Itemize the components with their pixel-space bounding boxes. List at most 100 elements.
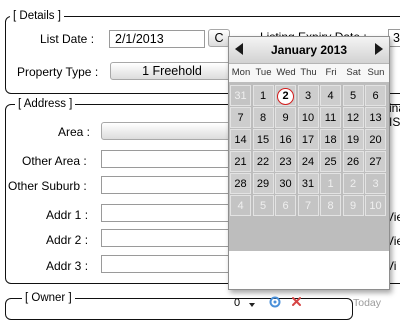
calendar-day-number: 17 [301, 134, 315, 146]
calendar-day-number: 1 [327, 178, 334, 190]
calendar-day-number: 1 [259, 90, 267, 102]
list-date-clear-button[interactable]: C [208, 29, 230, 47]
calendar-day-number: 4 [237, 200, 244, 212]
calendar-day[interactable]: 23 [275, 151, 296, 172]
calendar-day-number: 21 [234, 156, 247, 168]
weekday-sat: Sat [346, 67, 361, 78]
calendar-day[interactable]: 30 [275, 173, 296, 194]
dropdown-caret-icon[interactable] [249, 303, 255, 307]
calendar-day[interactable]: 24 [297, 151, 319, 172]
calendar-day[interactable]: 26 [342, 151, 364, 172]
calendar-day-number: 15 [256, 134, 270, 146]
calendar-day[interactable]: 21 [230, 151, 251, 172]
addr1-label: Addr 1 : [46, 208, 89, 222]
list-date-input[interactable]: 2/1/2013 [109, 30, 205, 48]
calendar-day[interactable]: 15 [252, 129, 274, 150]
calendar-day[interactable]: 13 [365, 107, 386, 128]
calendar-day-number: 4 [327, 90, 334, 102]
calendar-day[interactable]: 14 [230, 129, 251, 150]
calendar-day-number: 27 [369, 156, 382, 168]
calendar-day[interactable]: 20 [365, 129, 386, 150]
next-month-icon[interactable] [375, 43, 383, 55]
weekday-sun: Sun [367, 67, 385, 78]
calendar-day[interactable]: 29 [252, 173, 274, 194]
other-area-input[interactable] [101, 150, 231, 168]
calendar-day-number: 18 [324, 134, 337, 146]
calendar-day[interactable]: 17 [297, 129, 319, 150]
calendar-day[interactable]: 4 [320, 85, 341, 106]
calendar-day[interactable]: 12 [342, 107, 364, 128]
other-suburb-input[interactable] [101, 176, 231, 194]
details-legend: [ Details ] [10, 10, 64, 23]
time-value[interactable]: 0 [234, 297, 240, 309]
calendar-day-number: 19 [346, 134, 360, 146]
calendar-grid: 31 1 2 3 4 5 6 7 8 9 10 11 12 13 14 15 16 17 18 19 20 21 22 23 2… [229, 82, 389, 251]
property-type-select[interactable]: 1 Freehold [110, 62, 234, 80]
calendar-day-other-month[interactable]: 9 [342, 195, 364, 216]
calendar-day[interactable]: 11 [320, 107, 341, 128]
calendar-day-number: 6 [282, 200, 289, 212]
calendar-day-number: 3 [304, 90, 312, 102]
calendar-day-number: 2 [277, 88, 294, 105]
refresh-icon[interactable] [269, 296, 281, 308]
calendar-day-other-month[interactable]: 3 [365, 173, 386, 194]
calendar-header: January 2013 [229, 37, 389, 64]
date-picker-popup: January 2013 Mon Tue Wed Thu Fri Sat Sun 31 1 2 3… [228, 36, 390, 309]
calendar-day-number: 3 [372, 178, 379, 190]
calendar-day[interactable]: 6 [365, 85, 386, 106]
clear-icon[interactable] [291, 296, 302, 307]
calendar-day-number: 5 [259, 200, 267, 212]
addr3-label: Addr 3 : [46, 259, 89, 273]
calendar-day[interactable]: 7 [230, 107, 251, 128]
calendar-day[interactable]: 25 [320, 151, 341, 172]
calendar-day[interactable]: 1 [252, 85, 274, 106]
calendar-day-other-month[interactable]: 1 [320, 173, 341, 194]
calendar-day[interactable]: 3 [297, 85, 319, 106]
calendar-day[interactable]: 9 [275, 107, 296, 128]
calendar-day-other-month[interactable]: 7 [297, 195, 319, 216]
calendar-day-number: 10 [301, 112, 315, 124]
calendar-day[interactable]: 27 [365, 151, 386, 172]
addr1-input[interactable] [101, 204, 231, 222]
calendar-day-number: 7 [237, 112, 244, 124]
calendar-day[interactable]: 19 [342, 129, 364, 150]
today-button[interactable]: Today [353, 297, 381, 309]
calendar-day[interactable]: 8 [252, 107, 274, 128]
calendar-day-other-month[interactable]: 5 [252, 195, 274, 216]
calendar-day-number: 22 [256, 156, 270, 168]
calendar-day-number: 25 [324, 156, 337, 168]
right-fragment-2: IS [389, 115, 400, 129]
weekday-header: Mon Tue Wed Thu Fri Sat Sun [229, 64, 389, 82]
calendar-day[interactable]: 16 [275, 129, 296, 150]
calendar-month-title[interactable]: January 2013 [253, 43, 365, 57]
calendar-day-number: 6 [372, 90, 379, 102]
previous-month-icon[interactable] [235, 43, 243, 55]
weekday-thu: Thu [300, 67, 317, 78]
addr2-input[interactable] [101, 229, 231, 247]
right-fragment-1: ina [389, 101, 400, 115]
calendar-day[interactable]: 22 [252, 151, 274, 172]
calendar-day-number: 20 [369, 134, 382, 146]
calendar-day-number: 29 [256, 178, 270, 190]
calendar-day-number: 10 [369, 200, 382, 212]
calendar-day[interactable]: 2 [275, 85, 296, 106]
calendar-day-other-month[interactable]: 10 [365, 195, 386, 216]
calendar-day-number: 13 [369, 112, 382, 124]
calendar-day-other-month[interactable]: 2 [342, 173, 364, 194]
calendar-day-other-month[interactable]: 31 [230, 85, 251, 106]
calendar-day[interactable]: 10 [297, 107, 319, 128]
calendar-day-other-month[interactable]: 4 [230, 195, 251, 216]
calendar-day-number: 14 [234, 134, 247, 146]
calendar-day-number: 8 [327, 200, 334, 212]
calendar-day[interactable]: 28 [230, 173, 251, 194]
calendar-day-number: 26 [346, 156, 360, 168]
calendar-day[interactable]: 5 [342, 85, 364, 106]
calendar-day-other-month[interactable]: 8 [320, 195, 341, 216]
calendar-day[interactable]: 18 [320, 129, 341, 150]
calendar-day-number: 31 [301, 178, 315, 190]
addr3-input[interactable] [101, 255, 231, 273]
calendar-day-other-month[interactable]: 6 [275, 195, 296, 216]
property-type-label: Property Type : [17, 65, 99, 79]
calendar-day[interactable]: 31 [297, 173, 319, 194]
calendar-day-number: 12 [346, 112, 360, 124]
